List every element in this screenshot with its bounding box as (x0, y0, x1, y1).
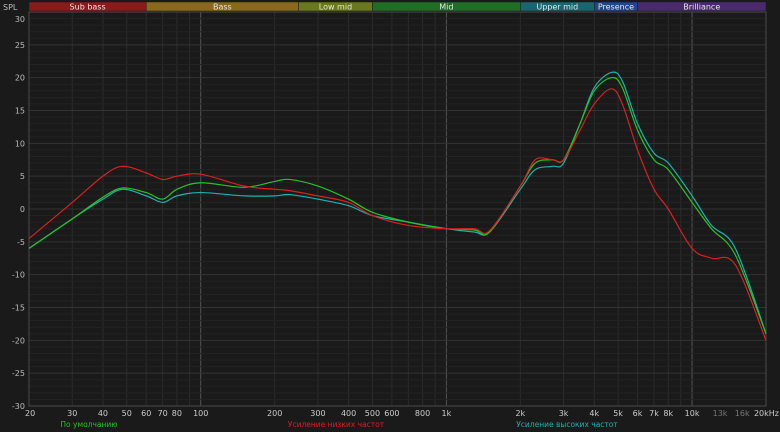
y-tick-label: -30 (12, 402, 25, 411)
x-tick-label: 3k (559, 409, 569, 418)
x-tick-label: 1k (442, 409, 452, 418)
x-tick-label: 500 (365, 409, 380, 418)
band-label: Brilliance (683, 3, 720, 12)
x-tick-label: 100 (193, 409, 208, 418)
x-tick-label: 20 (25, 409, 35, 418)
y-tick-label: 15 (15, 107, 25, 116)
legend-entry: Усиление низких частот (288, 420, 385, 429)
y-tick-label: 5 (20, 172, 25, 181)
y-tick-label: 0 (20, 205, 25, 214)
x-tick-label: 300 (310, 409, 325, 418)
y-tick-label: -5 (17, 238, 25, 247)
frequency-bands: Sub bass Bass Low mid Mid Upper mid Presence B… (28, 1, 767, 12)
x-tick-label: 20kHz (754, 409, 779, 418)
y-tick-label: -25 (12, 369, 25, 378)
x-tick-label: 600 (384, 409, 399, 418)
x-tick-label: 200 (267, 409, 282, 418)
x-tick-label: 10k (685, 409, 700, 418)
y-tick-label: 20 (15, 74, 25, 83)
x-tick-label: 2k (515, 409, 525, 418)
band-label: Presence (598, 3, 634, 12)
x-tick-label: 400 (341, 409, 356, 418)
x-tick-label: 800 (415, 409, 430, 418)
x-tick-label: 50 (122, 409, 132, 418)
x-tick-label: 4k (589, 409, 599, 418)
x-tick-label: 40 (98, 409, 108, 418)
x-tick-label: 60 (141, 409, 151, 418)
x-tick-label: 5k (613, 409, 623, 418)
x-tick-label: 6k (633, 409, 643, 418)
y-tick-label: 25 (15, 41, 25, 50)
y-tick-label: -10 (12, 271, 25, 280)
band-label: Mid (439, 3, 453, 12)
x-tick-label: 80 (172, 409, 182, 418)
band-label: Low mid (319, 3, 352, 12)
band-label: Sub bass (70, 3, 106, 12)
legend-entry: По умолчанию (60, 420, 117, 429)
y-tick-label: 10 (15, 139, 25, 148)
y-tick-label: 30 (15, 15, 25, 24)
x-tick-label: 70 (158, 409, 168, 418)
band-label: Bass (213, 3, 232, 12)
x-tick-label: 30 (67, 409, 77, 418)
frequency-response-chart: Sub bass Bass Low mid Mid Upper mid Presence B… (0, 0, 780, 432)
x-tick-label: 7k (649, 409, 659, 418)
x-tick-label: 16k (735, 409, 750, 418)
y-tick-label: -20 (12, 336, 25, 345)
x-tick-label: 8k (663, 409, 673, 418)
x-tick-label: 13k (713, 409, 728, 418)
band-label: Upper mid (536, 3, 578, 12)
legend-entry: Усиление высоких частот (516, 420, 618, 429)
y-axis-label: SPL (3, 3, 18, 12)
grid (28, 11, 767, 407)
y-tick-label: -15 (12, 304, 25, 313)
